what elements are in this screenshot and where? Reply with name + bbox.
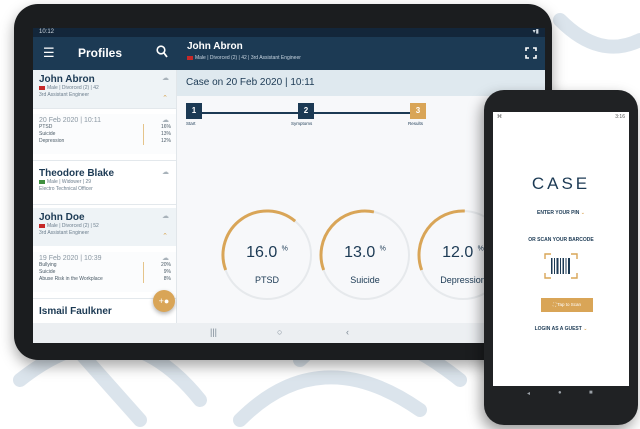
- home-button[interactable]: ○: [277, 327, 282, 337]
- profile-details: Male | Widower | 29: [39, 179, 171, 186]
- chevron-up-icon[interactable]: ⌃: [162, 94, 168, 102]
- chevron-down-icon: ⌄: [583, 326, 588, 332]
- wifi-battery-icon: ▾▮: [532, 29, 539, 35]
- case-row: Abuse Risk in the Workplace 8%: [39, 276, 171, 283]
- phone-status-bar: ⌘ 3:16: [493, 112, 629, 121]
- step-1[interactable]: 1: [186, 103, 202, 119]
- case-header: Case on 20 Feb 2020 | 10:11: [177, 70, 545, 96]
- profile-role: 3rd Assistant Engineer: [39, 92, 90, 98]
- step-1-label: Start: [186, 121, 196, 126]
- app-bar: ☰ Profiles John Abron Male | Divorced (2…: [33, 37, 545, 70]
- divider: [33, 108, 176, 109]
- tablet-device: 10:12 ▾▮ ☰ Profiles John Abron Male | Di…: [14, 4, 552, 360]
- phone-device: ⌘ 3:16 CASE ENTER YOUR PIN ⌄ OR SCAN YOU…: [484, 90, 638, 425]
- case-row: PTSD 16%: [39, 124, 171, 131]
- case-logo: CASE: [531, 174, 591, 193]
- back-button[interactable]: ◂: [527, 390, 530, 397]
- case-date: 20 Feb 2020 | 10:11: [39, 117, 102, 124]
- phone-screen: ⌘ 3:16 CASE ENTER YOUR PIN ⌄ OR SCAN YOU…: [493, 112, 629, 386]
- tap-to-scan-button[interactable]: ⛶ Tap to Scan: [541, 298, 593, 312]
- notification-icon: ⌘: [497, 114, 502, 120]
- menu-icon[interactable]: ☰: [43, 45, 55, 61]
- search-icon[interactable]: [156, 45, 168, 59]
- case-summary[interactable]: 20 Feb 2020 | 10:11 PTSD 16% Suicide 13% D…: [33, 114, 176, 154]
- recents-button[interactable]: |||: [210, 327, 217, 337]
- divider: [33, 160, 176, 161]
- cloud-icon: ☁: [162, 169, 169, 176]
- cloud-icon: ☁: [162, 213, 169, 220]
- add-person-icon: +●: [158, 296, 170, 306]
- case-row: Bullying 20%: [39, 262, 171, 269]
- cloud-icon: ☁: [162, 255, 169, 262]
- chevron-up-icon[interactable]: ⌃: [162, 232, 168, 240]
- case-row: Suicide 9%: [39, 269, 171, 276]
- tablet-nav-bar: ||| ○ ‹: [33, 323, 545, 343]
- home-button[interactable]: ●: [558, 390, 562, 396]
- login-as-guest-button[interactable]: LOGIN AS A GUEST ⌄: [493, 326, 629, 332]
- divider: [33, 204, 176, 205]
- enter-pin-button[interactable]: ENTER YOUR PIN ⌄: [493, 210, 629, 216]
- patient-subtitle: Male | Divorced (2) | 42 | 3rd Assistant…: [187, 55, 301, 61]
- suicide-value: 13.0 %: [344, 244, 386, 261]
- suicide-label: Suicide: [350, 275, 380, 285]
- scan-icon: ⛶: [552, 302, 557, 307]
- flag-icon: [39, 223, 45, 228]
- profile-role: 3rd Assistant Engineer: [39, 230, 90, 236]
- ptsd-label: PTSD: [254, 275, 279, 285]
- step-3-label: Results: [408, 121, 424, 126]
- cloud-icon: ☁: [162, 75, 169, 82]
- case-row: Depression 12%: [39, 138, 171, 145]
- case-date: 19 Feb 2020 | 10:39: [39, 255, 102, 262]
- fullscreen-icon[interactable]: [525, 47, 537, 59]
- barcode-icon: [544, 253, 578, 279]
- profile-name: Theodore Blake: [39, 168, 115, 179]
- case-summary[interactable]: 19 Feb 2020 | 10:39 Bullying 20% Suicide 9…: [33, 252, 176, 292]
- profile-card-john-abron[interactable]: John Abron Male | Divorced (2) | 42 3rd …: [33, 70, 176, 108]
- profile-details: Male | Divorced (2) | 42: [39, 85, 171, 92]
- flag-icon: [39, 179, 45, 184]
- cloud-icon: ☁: [162, 117, 169, 124]
- profile-details: Male | Divorced (2) | 52: [39, 223, 171, 230]
- flag-icon: [39, 85, 45, 90]
- back-button[interactable]: ‹: [346, 327, 349, 337]
- flag-icon: [187, 55, 193, 60]
- profile-name: John Abron: [39, 74, 95, 85]
- recents-button[interactable]: ■: [589, 390, 593, 396]
- tablet-status-bar: 10:12 ▾▮: [33, 28, 545, 37]
- status-time: 3:16: [615, 114, 625, 120]
- tablet-screen: 10:12 ▾▮ ☰ Profiles John Abron Male | Di…: [33, 28, 545, 343]
- phone-nav-bar: ◂ ● ■: [493, 388, 629, 402]
- page-title: Profiles: [78, 46, 123, 60]
- profiles-sidebar: John Abron Male | Divorced (2) | 42 3rd …: [33, 70, 177, 323]
- step-2-label: Symptoms: [291, 121, 313, 126]
- scan-barcode-label: OR SCAN YOUR BARCODE: [528, 237, 594, 243]
- case-row: Suicide 13%: [39, 131, 171, 138]
- add-profile-button[interactable]: +●: [153, 290, 175, 312]
- profile-role: Electro Technical Officer: [39, 186, 93, 192]
- profile-name: John Doe: [39, 212, 85, 223]
- step-3[interactable]: 3: [410, 103, 426, 119]
- profile-card-theodore-blake[interactable]: Theodore Blake Male | Widower | 29 Elect…: [33, 164, 176, 200]
- profile-card-john-doe[interactable]: John Doe Male | Divorced (2) | 52 3rd As…: [33, 208, 176, 246]
- profile-name: Ismail Faulkner: [39, 306, 112, 317]
- chevron-down-icon: ⌄: [580, 210, 585, 216]
- status-time: 10:12: [39, 29, 55, 35]
- patient-name: John Abron: [187, 41, 243, 52]
- step-2[interactable]: 2: [298, 103, 314, 119]
- ptsd-value: 16.0 %: [246, 244, 288, 261]
